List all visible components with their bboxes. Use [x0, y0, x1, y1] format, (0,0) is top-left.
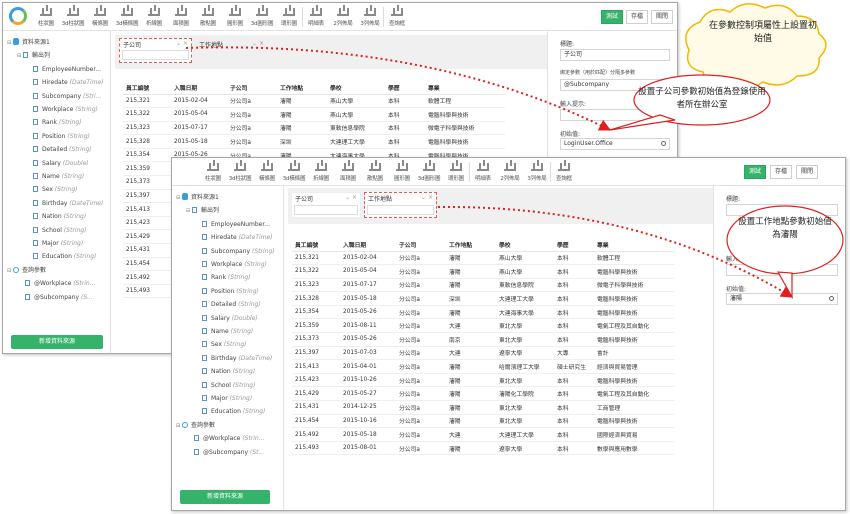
annotation-overlay	[185, 3, 844, 300]
arrow-to-subcompany-init	[185, 46, 612, 131]
cloud-callout-text: 在參數控制項屬性上設置初始值	[708, 21, 817, 44]
cloud-callout: 在參數控制項屬性上設置初始值	[708, 16, 818, 56]
subcompany-callout-text: 設置子公司參數初始值為登錄使用者所在辦公室	[638, 87, 766, 110]
subcompany-callout: 設置子公司參數初始值為登錄使用者所在辦公室	[638, 84, 766, 114]
bubble-tail	[609, 114, 676, 131]
bubble-tail-2	[776, 271, 793, 300]
workplace-callout: 設置工作地點參數初始值為瀋陽	[738, 214, 832, 264]
workplace-callout-text: 設置工作地點參數初始值為瀋陽	[738, 217, 832, 240]
